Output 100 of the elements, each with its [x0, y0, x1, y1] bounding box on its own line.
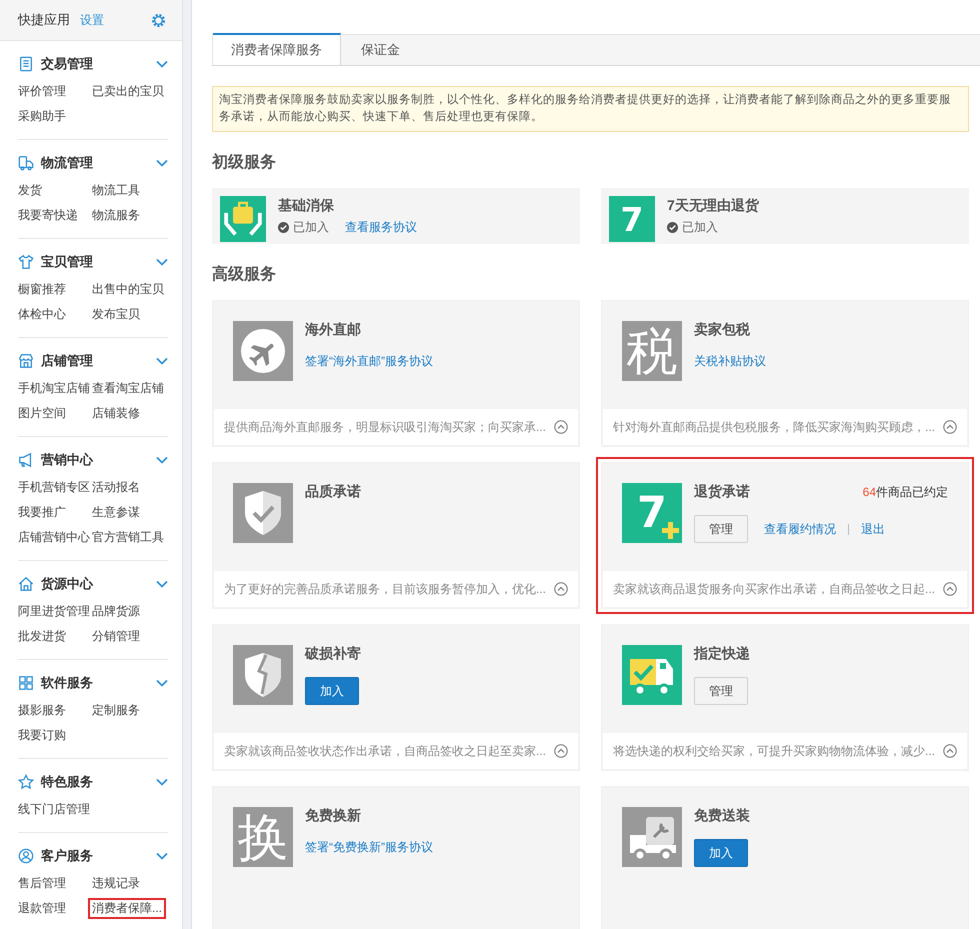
sidebar-item[interactable]: 生意参谋 — [90, 500, 142, 525]
chevron-icon[interactable] — [156, 580, 168, 588]
sidebar-item[interactable]: 已卖出的宝贝 — [90, 79, 166, 104]
star-icon — [18, 774, 34, 790]
chevron-icon[interactable] — [156, 60, 168, 68]
joined-status: 已加入 — [278, 219, 329, 236]
sidebar-item[interactable]: 摄影服务 — [16, 698, 68, 723]
group-title[interactable]: 特色服务 — [41, 773, 93, 791]
sidebar-item[interactable]: 手机营销专区 — [16, 475, 92, 500]
sidebar-item[interactable]: 线下门店管理 — [16, 797, 92, 822]
link[interactable]: 查看服务协议 — [345, 219, 417, 236]
service-name: 退货承诺 — [694, 483, 750, 501]
sidebar-item[interactable]: 评价管理 — [16, 79, 68, 104]
group-title[interactable]: 交易管理 — [41, 55, 93, 73]
megaphone-icon — [18, 452, 34, 468]
house-icon — [18, 576, 34, 592]
check-circle-icon — [278, 222, 289, 233]
expand-icon[interactable] — [943, 420, 957, 434]
expand-icon[interactable] — [554, 582, 568, 596]
manage-button[interactable]: 管理 — [694, 677, 748, 705]
section-heading: 高级服务 — [212, 264, 277, 285]
chevron-icon[interactable] — [156, 852, 168, 860]
sidebar-item[interactable]: 我要推广 — [16, 500, 68, 525]
service-description: 卖家就该商品签收状态作出承诺，自商品签收之日起至卖家... — [224, 742, 546, 760]
sidebar-item[interactable]: 查看淘宝店铺 — [90, 376, 166, 401]
tab[interactable]: 保证金 — [341, 35, 420, 65]
link[interactable]: 签署“免费换新”服务协议 — [305, 839, 433, 856]
sidebar-item[interactable]: 发货 — [16, 178, 44, 203]
link[interactable]: 查看履约情况 — [764, 520, 836, 538]
sidebar-item[interactable]: 分销管理 — [90, 624, 142, 649]
join-button[interactable]: 加入 — [305, 677, 359, 705]
service-description: 将选快递的权利交给买家，可提升买家购物物流体验，减少... — [613, 742, 936, 760]
sidebar-item[interactable]: 定制服务 — [90, 698, 142, 723]
group-title[interactable]: 客户服务 — [41, 847, 93, 865]
link[interactable]: 关税补贴协议 — [694, 353, 766, 370]
service-name: 品质承诺 — [305, 483, 361, 501]
settings-icon[interactable] — [151, 12, 166, 28]
shop-icon — [18, 353, 34, 369]
group-title[interactable]: 物流管理 — [41, 154, 93, 172]
sidebar-item[interactable]: 物流服务 — [90, 203, 142, 228]
group-title[interactable]: 营销中心 — [41, 451, 93, 469]
sidebar-item[interactable]: 消费者保障... — [90, 900, 164, 917]
section-heading: 初级服务 — [212, 152, 277, 173]
truck-icon — [18, 155, 34, 171]
link[interactable]: 退出 — [861, 520, 885, 538]
service-description: 卖家就该商品退货服务向买家作出承诺，自商品签收之日起... — [613, 580, 936, 598]
manage-button[interactable]: 管理 — [694, 515, 748, 543]
service-name: 海外直邮 — [305, 321, 361, 339]
chevron-icon[interactable] — [156, 679, 168, 687]
service-name: 7天无理由退货 — [667, 197, 759, 215]
sidebar-item[interactable]: 阿里进货管理 — [16, 599, 92, 624]
group-title[interactable]: 货源中心 — [41, 575, 93, 593]
chevron-icon[interactable] — [156, 456, 168, 464]
expand-icon[interactable] — [554, 744, 568, 758]
expand-icon[interactable] — [943, 582, 957, 596]
chevron-icon[interactable] — [156, 159, 168, 167]
service-name: 卖家包税 — [694, 321, 750, 339]
sidebar-item[interactable]: 出售中的宝贝 — [90, 277, 166, 302]
sidebar-item[interactable]: 我要寄快递 — [16, 203, 80, 228]
service-description: 针对海外直邮商品提供包税服务，降低买家海淘购买顾虑，... — [613, 418, 936, 436]
grid-icon — [18, 675, 34, 691]
group-title[interactable]: 软件服务 — [41, 674, 93, 692]
expand-icon[interactable] — [943, 744, 957, 758]
chevron-icon[interactable] — [156, 357, 168, 365]
group-title[interactable]: 店铺管理 — [41, 352, 93, 370]
expand-icon[interactable] — [554, 420, 568, 434]
sidebar-item[interactable]: 发布宝贝 — [90, 302, 142, 327]
sidebar-item[interactable]: 店铺装修 — [90, 401, 142, 426]
sidebar-item[interactable]: 手机淘宝店铺 — [16, 376, 92, 401]
link[interactable]: 签署“海外直邮”服务协议 — [305, 353, 433, 370]
user-icon — [18, 848, 34, 864]
service-name: 指定快递 — [694, 645, 750, 663]
sidebar-item[interactable]: 橱窗推荐 — [16, 277, 68, 302]
sidebar-item[interactable]: 违规记录 — [90, 871, 142, 896]
notice-banner: 淘宝消费者保障服务鼓励卖家以服务制胜，以个性化、多样化的服务给消费者提供更好的选择，让消费者能了解到除商品之外的更多重要服务承诺，从而能放心购买、快速下单、售后处理也更有保障。 — [212, 86, 969, 132]
agreed-count: 64件商品已约定 — [862, 484, 948, 501]
seven-logo-icon: 7 — [622, 483, 682, 543]
sidebar-item[interactable]: 店铺营销中心 — [16, 525, 92, 550]
sidebar-item[interactable]: 官方营销工具 — [90, 525, 166, 550]
service-description: 提供商品海外直邮服务，明显标识吸引海淘买家；向买家承... — [224, 418, 546, 436]
sidebar-item[interactable]: 售后管理 — [16, 871, 68, 896]
sidebar-item[interactable]: 采购助手 — [16, 104, 68, 129]
chevron-icon[interactable] — [156, 258, 168, 266]
sidebar-title: 快捷应用 — [18, 11, 70, 29]
service-description: 为了更好的完善品质承诺服务，目前该服务暂停加入，优化... — [224, 580, 546, 598]
sidebar-item[interactable]: 退款管理 — [16, 896, 68, 921]
sidebar-item[interactable]: 品牌货源 — [90, 599, 142, 624]
character-icon: 换 — [233, 807, 293, 867]
sidebar-item[interactable]: 图片空间 — [16, 401, 68, 426]
sidebar-item[interactable]: 活动报名 — [90, 475, 142, 500]
sidebar-item[interactable]: 我要订购 — [16, 723, 68, 748]
group-title[interactable]: 宝贝管理 — [41, 253, 93, 271]
service-name: 破损补寄 — [305, 645, 361, 663]
sidebar-item[interactable]: 批发进货 — [16, 624, 68, 649]
service-name: 免费送装 — [694, 807, 750, 825]
sidebar-item[interactable]: 物流工具 — [90, 178, 142, 203]
join-button[interactable]: 加入 — [694, 839, 748, 867]
tab[interactable]: 消费者保障服务 — [213, 33, 341, 65]
sidebar-item[interactable]: 体检中心 — [16, 302, 68, 327]
chevron-icon[interactable] — [156, 778, 168, 786]
